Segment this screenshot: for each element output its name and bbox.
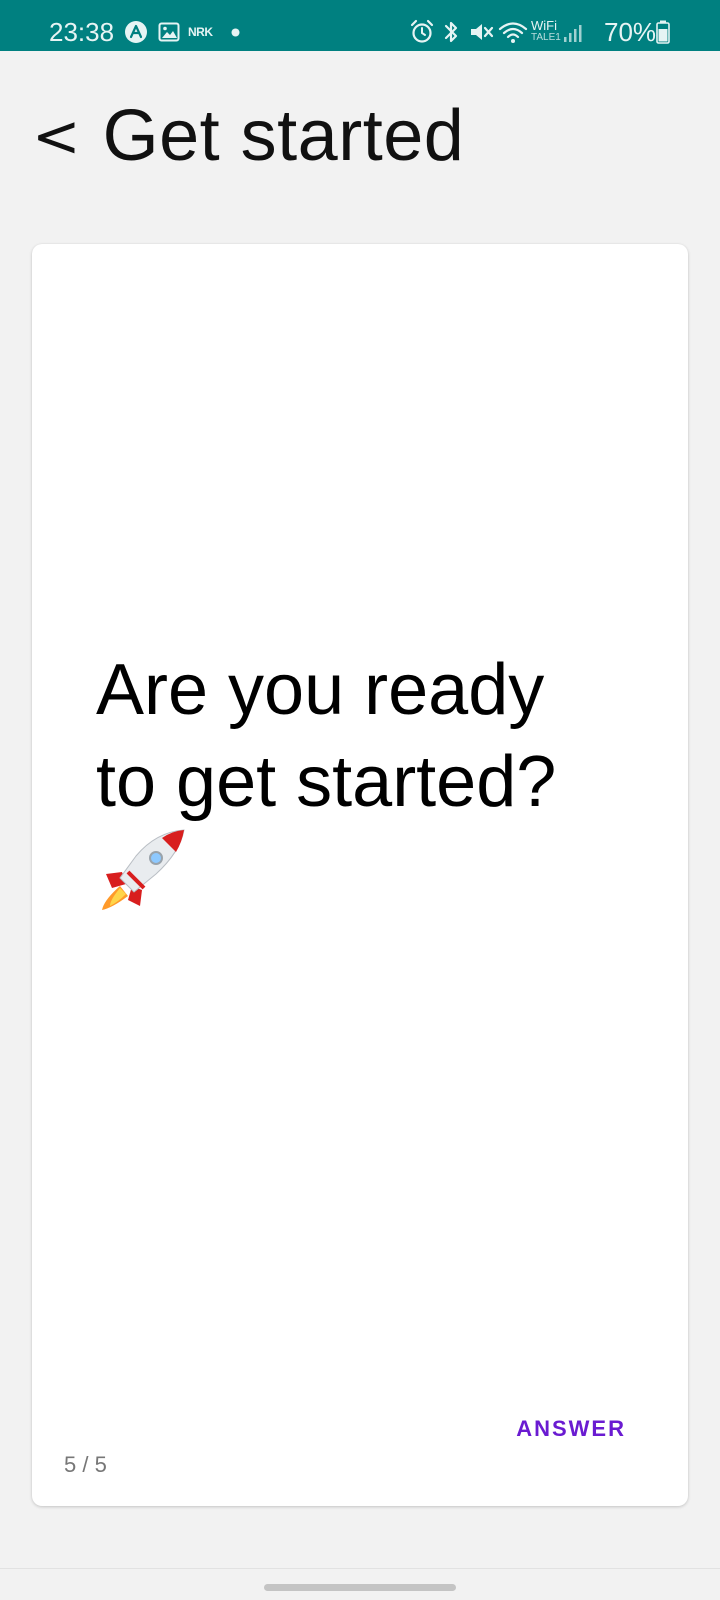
gallery-icon bbox=[158, 22, 180, 42]
battery-icon bbox=[656, 20, 670, 44]
card-counter: 5 / 5 bbox=[64, 1452, 107, 1477]
card-question-text: Are you ready to get started? bbox=[96, 650, 557, 822]
signal-icon bbox=[564, 25, 582, 42]
wifi-label-top: WiFi bbox=[531, 18, 557, 33]
nav-divider bbox=[0, 1568, 720, 1569]
wifi-label-bottom: TALE1 bbox=[531, 32, 561, 43]
rocket-icon bbox=[102, 829, 185, 910]
app-a-icon bbox=[125, 21, 147, 43]
nrk-icon: NRK bbox=[188, 25, 213, 39]
bluetooth-icon bbox=[444, 21, 458, 43]
wifi-network-label: WiFi TALE1 bbox=[531, 19, 561, 43]
screen: 23:38 NRK WiFi TALE1 70% < Get started A… bbox=[0, 0, 720, 1600]
flashcard[interactable]: Are you ready to get started? ANSWER 5 /… bbox=[32, 244, 688, 1506]
back-button[interactable]: < bbox=[32, 96, 81, 176]
alarm-icon bbox=[410, 19, 434, 43]
nrk-label: NRK bbox=[188, 25, 213, 39]
status-time: 23:38 bbox=[49, 17, 115, 47]
notification-dot-icon bbox=[231, 28, 240, 37]
status-bar: 23:38 NRK WiFi TALE1 70% bbox=[0, 0, 720, 51]
wifi-icon bbox=[498, 22, 528, 43]
answer-button[interactable]: ANSWER bbox=[516, 1416, 626, 1442]
battery-percent: 70% bbox=[604, 17, 657, 47]
header: < Get started bbox=[32, 96, 464, 176]
home-handle[interactable] bbox=[264, 1584, 456, 1591]
mute-icon bbox=[471, 24, 494, 40]
page-title: Get started bbox=[102, 96, 465, 176]
